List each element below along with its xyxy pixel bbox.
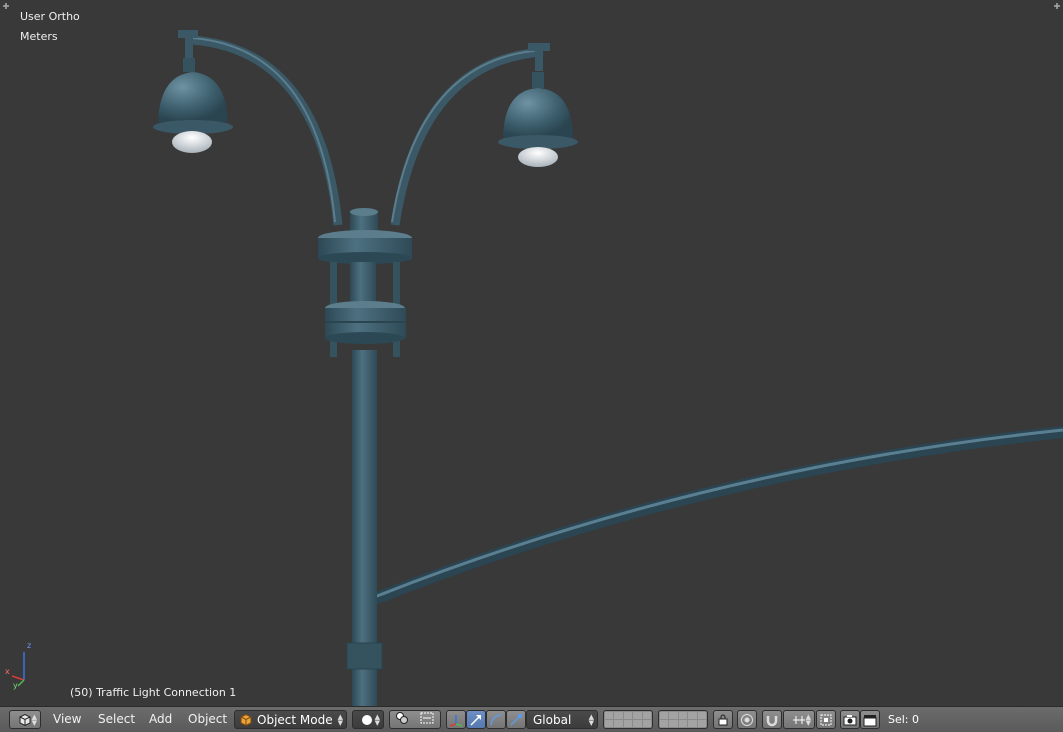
axis-y-label: y — [13, 681, 18, 690]
axis-x-label: x — [5, 667, 10, 676]
axis-z-label: z — [27, 641, 32, 650]
solid-shading-icon — [362, 714, 372, 725]
layer-buttons-group-1[interactable] — [603, 710, 653, 729]
scene-render — [11, 30, 1063, 706]
scale-manipulator-button[interactable] — [506, 710, 526, 729]
transform-manipulator-toggle[interactable] — [446, 710, 466, 729]
dropdown-arrows-icon: ▲ ▼ — [805, 713, 811, 727]
object-mode-icon — [240, 713, 252, 726]
snap-increment-icon — [793, 715, 805, 724]
render-opengl-animation-button[interactable] — [860, 710, 880, 729]
view-name-label: User Ortho — [20, 10, 80, 23]
pivot-point-icon — [396, 712, 408, 724]
dropdown-arrows-icon: ▲ ▼ — [337, 713, 343, 727]
3d-viewport[interactable]: User Ortho Meters (50) Traffic Light Con… — [0, 0, 1063, 706]
menu-add[interactable]: Add — [149, 712, 172, 726]
translate-arrow-icon — [470, 714, 481, 726]
selection-count-label: Sel: 0 — [888, 713, 920, 726]
manipulate-center-icon — [420, 712, 434, 724]
magnet-icon — [766, 715, 778, 726]
editor-type-button[interactable]: ▲ ▼ — [9, 710, 41, 729]
mode-label: Object Mode — [257, 712, 333, 727]
rotate-manipulator-button[interactable] — [486, 710, 506, 729]
dropdown-arrows-icon: ▲ ▼ — [374, 713, 380, 727]
dropdown-arrows-icon: ▲ ▼ — [31, 713, 37, 727]
lamp-arms — [191, 35, 544, 226]
split-corner-icon[interactable] — [1051, 0, 1063, 12]
traffic-light-arm — [369, 426, 1063, 606]
layer-buttons-group-2[interactable] — [658, 710, 708, 729]
3d-view-icon — [19, 713, 31, 726]
scale-icon — [510, 713, 522, 726]
menu-view[interactable]: View — [53, 712, 81, 726]
snap-element-selector[interactable]: ▲ ▼ — [783, 710, 815, 729]
pivot-group — [389, 710, 441, 729]
camera-icon — [843, 714, 857, 725]
menu-object[interactable]: Object — [188, 712, 227, 726]
snap-target-button[interactable] — [816, 710, 836, 729]
proportional-editing-icon — [741, 713, 753, 726]
split-corner-icon[interactable] — [0, 0, 12, 12]
units-label: Meters — [20, 30, 58, 43]
viewport-shading-button[interactable]: ▲ ▼ — [352, 710, 384, 729]
manipulate-center-button[interactable] — [419, 711, 435, 728]
proportional-editing-button[interactable] — [737, 710, 757, 729]
mode-selector[interactable]: Object Mode ▲ ▼ — [234, 710, 347, 729]
render-opengl-still-button[interactable] — [840, 710, 860, 729]
manipulator-axes-icon — [449, 714, 463, 727]
rotate-arc-icon — [490, 713, 502, 725]
pivot-point-button[interactable] — [395, 711, 409, 728]
translate-manipulator-button[interactable] — [466, 710, 486, 729]
transform-orientation-label: Global — [533, 712, 572, 727]
clapperboard-icon — [863, 714, 877, 726]
transform-orientation-selector[interactable]: Global ▲ ▼ — [526, 710, 598, 729]
lock-layers-button[interactable] — [713, 710, 733, 729]
main-pole — [318, 208, 412, 706]
object-info-label: (50) Traffic Light Connection 1 — [70, 686, 237, 699]
menu-select[interactable]: Select — [98, 712, 135, 726]
snap-toggle-button[interactable] — [762, 710, 782, 729]
lock-icon — [718, 714, 728, 725]
dropdown-arrows-icon: ▲ ▼ — [588, 713, 594, 727]
3d-view-header: ▲ ▼ View Select Add Object Object Mode ▲ ▼… — [0, 706, 1063, 732]
snap-target-icon — [820, 714, 832, 725]
